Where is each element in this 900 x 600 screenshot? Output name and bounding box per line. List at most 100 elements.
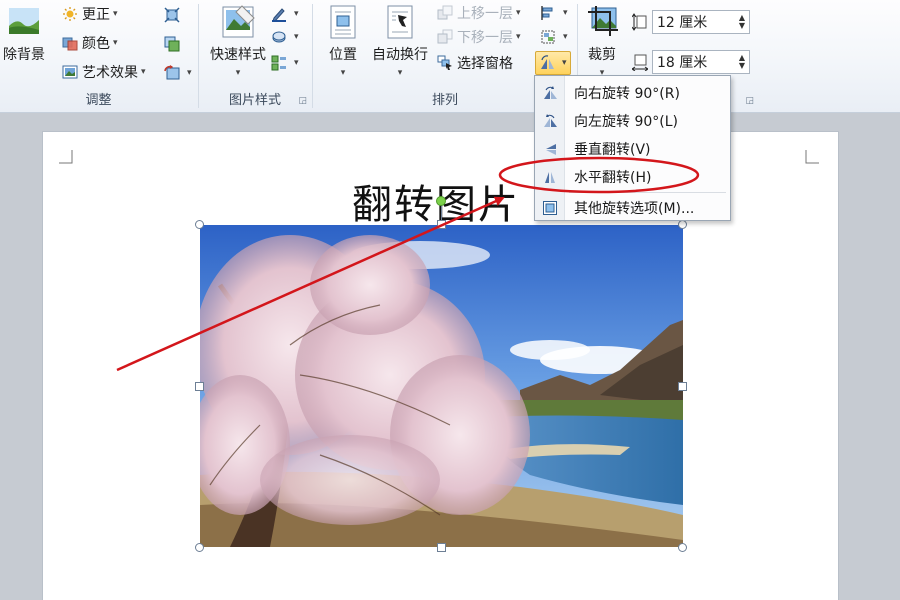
position-label: 位置: [329, 47, 357, 63]
menu-item-label: 垂直翻转(V): [574, 142, 651, 158]
resize-handle-bottom[interactable]: [437, 543, 446, 552]
height-row: 12 厘米 ▲ ▼: [632, 10, 750, 34]
width-row: 18 厘米 ▲ ▼: [632, 50, 750, 74]
bring-forward-label: 上移一层: [457, 6, 513, 22]
adjust-group: 除背景 更正 ▾ 颜色 ▾ 艺术效果 ▾ ▾ 调整: [0, 0, 197, 112]
chevron-down-icon: ▾: [187, 68, 192, 78]
picture-styles-group: 快速样式 ▾ ▾ ▾ ▾ 图片样式 ◲: [199, 0, 311, 112]
height-value: 12 厘米: [657, 15, 708, 31]
corrections-label: 更正: [82, 7, 110, 23]
menu-item-flip-horizontal[interactable]: 水平翻转(H): [535, 164, 730, 190]
align-icon: [541, 6, 553, 20]
rotation-handle[interactable]: [436, 196, 446, 206]
chevron-down-icon: ▾: [113, 9, 118, 19]
resize-handle-top-right[interactable]: [678, 220, 687, 229]
resize-handle-top[interactable]: [437, 220, 446, 229]
color-button[interactable]: 颜色 ▾: [62, 32, 118, 54]
menu-item-rotate-right[interactable]: 向右旋转 90°(R): [535, 80, 730, 106]
width-spinner[interactable]: ▲ ▼: [739, 54, 745, 70]
wrap-text-icon: [387, 5, 413, 39]
selected-picture[interactable]: [200, 225, 683, 547]
menu-item-label: 向右旋转 90°(R): [574, 86, 680, 102]
crop-mark-icon: [59, 150, 73, 164]
flip-vertical-icon: [546, 144, 556, 155]
menu-item-label: 向左旋转 90°(L): [574, 114, 678, 130]
color-palette-icon: [62, 37, 78, 51]
height-icon: [632, 13, 647, 31]
bring-forward-icon: [437, 5, 453, 20]
chevron-down-icon: ▾: [340, 68, 346, 78]
picture-effects-button[interactable]: ▾: [271, 26, 299, 48]
change-picture-button[interactable]: [164, 33, 184, 55]
menu-item-rotate-left[interactable]: 向左旋转 90°(L): [535, 108, 730, 134]
chevron-down-icon: ▾: [235, 68, 241, 78]
dialog-launcher-icon[interactable]: ◲: [745, 96, 754, 106]
quick-styles-button[interactable]: 快速样式 ▾: [205, 4, 271, 78]
rotate-button[interactable]: ▾: [535, 51, 571, 75]
chevron-down-icon[interactable]: ▼: [739, 22, 745, 30]
chevron-down-icon: ▾: [516, 8, 521, 18]
wrap-text-button[interactable]: 自动换行 ▾: [369, 4, 431, 78]
art-effects-label: 艺术效果: [82, 65, 138, 81]
quick-styles-label: 快速样式: [210, 47, 266, 63]
chevron-down-icon: ▾: [563, 32, 568, 42]
resize-handle-bottom-left[interactable]: [195, 543, 204, 552]
compress-pictures-button[interactable]: [164, 4, 184, 26]
chevron-down-icon: ▾: [294, 58, 299, 68]
position-button[interactable]: 位置 ▾: [323, 4, 363, 78]
height-input[interactable]: 12 厘米 ▲ ▼: [652, 10, 750, 34]
position-icon: [330, 5, 356, 39]
width-value: 18 厘米: [657, 55, 708, 71]
chevron-down-icon: ▾: [141, 67, 146, 77]
send-backward-label: 下移一层: [457, 30, 513, 46]
word-window: 除背景 更正 ▾ 颜色 ▾ 艺术效果 ▾ ▾ 调整 快速样式 ▾ ▾ ▾ ▾ 图…: [0, 0, 900, 600]
quick-styles-icon: [222, 5, 255, 38]
group-objects-icon: [541, 30, 555, 44]
width-input[interactable]: 18 厘米 ▲ ▼: [652, 50, 750, 74]
rotation-options-icon: [543, 201, 557, 215]
dialog-launcher-icon[interactable]: ◲: [298, 96, 307, 106]
chevron-down-icon: ▾: [294, 9, 299, 19]
picture-styles-group-label: 图片样式: [228, 93, 281, 108]
remove-background-button[interactable]: 除背景: [0, 4, 48, 64]
menu-separator: [569, 192, 726, 193]
selection-pane-button[interactable]: 选择窗格: [437, 52, 513, 74]
menu-item-label: 其他旋转选项(M)...: [574, 201, 695, 217]
menu-item-label: 水平翻转(H): [574, 170, 652, 186]
chevron-down-icon: ▾: [113, 38, 118, 48]
picture-border-button[interactable]: ▾: [271, 3, 299, 25]
height-spinner[interactable]: ▲ ▼: [739, 14, 745, 30]
art-effects-button[interactable]: 艺术效果 ▾: [62, 61, 146, 83]
width-icon: [632, 54, 648, 71]
rotate-menu: 向右旋转 90°(R) 向左旋转 90°(L) 垂直翻转(V) 水平翻转(H) …: [534, 75, 731, 221]
pencil-icon: [272, 8, 286, 22]
bring-forward-button[interactable]: 上移一层 ▾: [437, 2, 521, 24]
crop-button[interactable]: 裁剪 ▾: [580, 4, 624, 78]
remove-background-icon: [9, 8, 39, 34]
chevron-down-icon: ▾: [397, 68, 403, 78]
chevron-down-icon[interactable]: ▼: [739, 62, 745, 70]
ribbon: 除背景 更正 ▾ 颜色 ▾ 艺术效果 ▾ ▾ 调整 快速样式 ▾ ▾ ▾ ▾ 图…: [0, 0, 900, 113]
corrections-button[interactable]: 更正 ▾: [62, 3, 118, 25]
selection-pane-label: 选择窗格: [457, 56, 513, 72]
align-button[interactable]: ▾: [540, 2, 568, 24]
group-objects-button[interactable]: ▾: [540, 26, 568, 48]
resize-handle-left[interactable]: [195, 382, 204, 391]
blossom-landscape-image: [200, 225, 683, 547]
rotate-left-icon: [544, 114, 557, 127]
send-backward-button[interactable]: 下移一层 ▾: [437, 26, 521, 48]
rotation-handle-stem: [441, 205, 442, 221]
resize-handle-right[interactable]: [678, 382, 687, 391]
flip-horizontal-icon: [545, 172, 555, 183]
reset-picture-button[interactable]: ▾: [164, 62, 192, 84]
reset-picture-icon: [164, 65, 180, 80]
adjust-group-label: 调整: [85, 93, 112, 108]
picture-layout-button[interactable]: ▾: [271, 52, 299, 74]
menu-item-more-rotation-options[interactable]: 其他旋转选项(M)...: [535, 195, 730, 221]
wrap-text-label: 自动换行: [372, 47, 428, 63]
resize-handle-top-left[interactable]: [195, 220, 204, 229]
menu-item-flip-vertical[interactable]: 垂直翻转(V): [535, 136, 730, 162]
color-label: 颜色: [82, 36, 110, 52]
sun-icon: [63, 7, 77, 21]
resize-handle-bottom-right[interactable]: [678, 543, 687, 552]
